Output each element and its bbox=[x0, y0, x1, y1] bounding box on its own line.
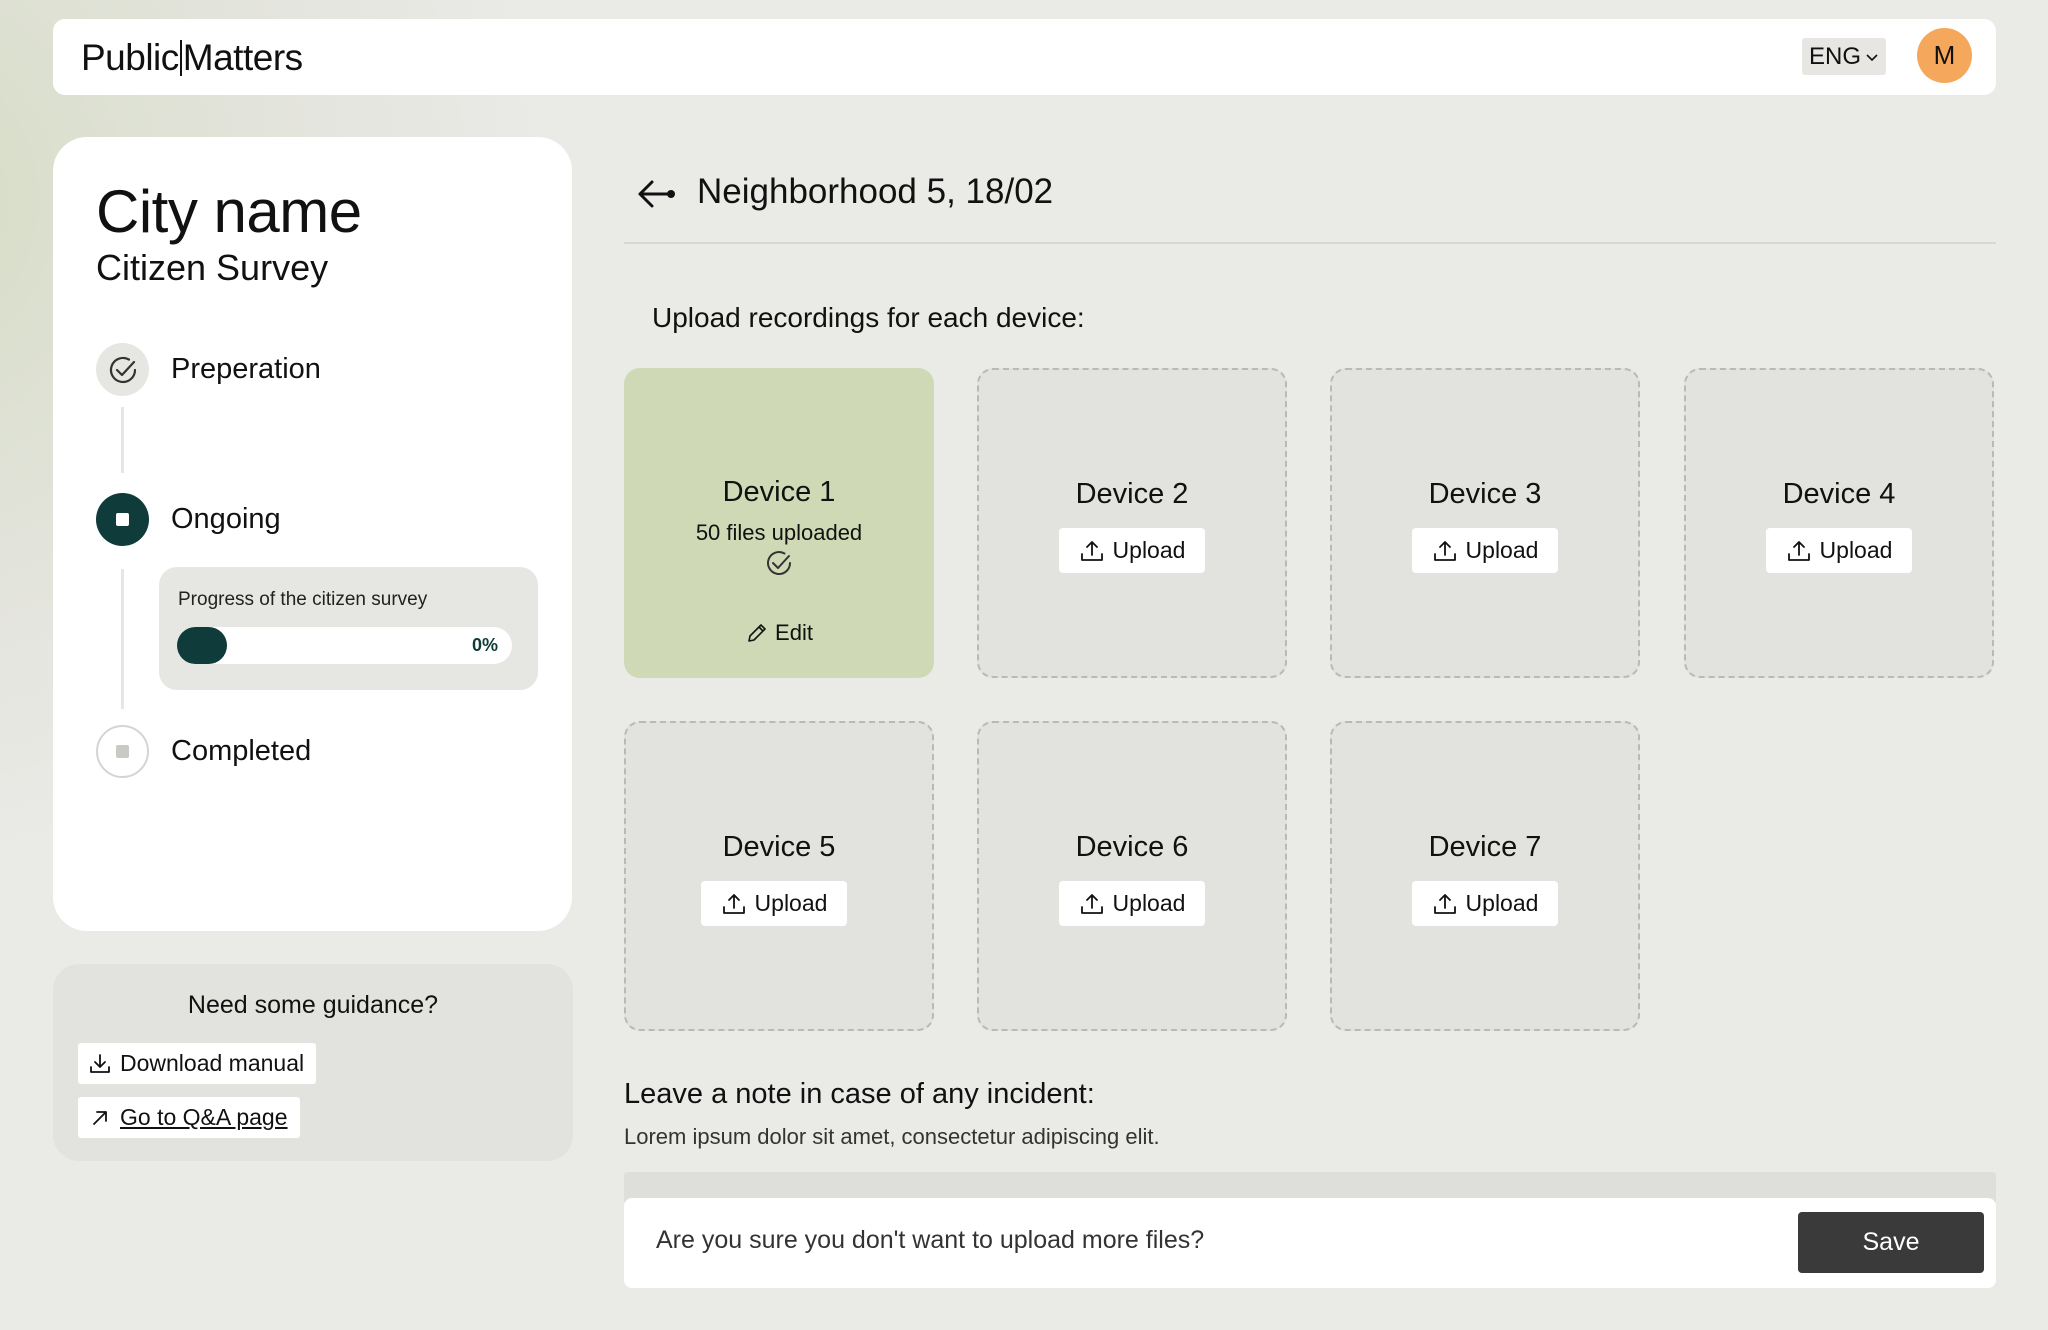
device-name: Device 3 bbox=[1428, 478, 1542, 510]
upload-icon bbox=[1433, 540, 1456, 561]
chevron-down-icon bbox=[1865, 50, 1879, 66]
upload-label: Upload bbox=[754, 890, 828, 916]
upload-button[interactable]: Upload bbox=[1766, 528, 1912, 573]
guidance-title: Need some guidance? bbox=[187, 991, 439, 1019]
step-label-completed: Completed bbox=[171, 735, 312, 767]
device-card-3[interactable]: Device 3 Upload bbox=[1330, 368, 1640, 678]
logo-divider bbox=[179, 40, 182, 76]
edit-button[interactable]: Edit bbox=[624, 620, 934, 646]
note-title: Leave a note in case of any incident: bbox=[624, 1078, 1095, 1110]
avatar-initial: M bbox=[1933, 40, 1956, 70]
files-uploaded-count: 50 files uploaded bbox=[695, 520, 863, 545]
download-icon bbox=[90, 1053, 110, 1073]
device-name: Device 2 bbox=[1075, 478, 1189, 510]
upload-label: Upload bbox=[1112, 890, 1186, 916]
step-done-check-icon bbox=[96, 343, 149, 396]
note-bar: Are you sure you don't want to upload mo… bbox=[624, 1198, 1996, 1288]
survey-name: Citizen Survey bbox=[96, 247, 329, 288]
divider bbox=[624, 242, 1996, 244]
device-card-4[interactable]: Device 4 Upload bbox=[1684, 368, 1994, 678]
save-button[interactable]: Save bbox=[1798, 1212, 1984, 1273]
language-label: ENG bbox=[1808, 42, 1861, 70]
download-manual-label: Download manual bbox=[120, 1050, 305, 1076]
qa-page-link[interactable]: Go to Q&A page bbox=[78, 1097, 300, 1138]
device-card-6[interactable]: Device 6 Upload bbox=[977, 721, 1287, 1031]
step-active-icon bbox=[96, 493, 149, 546]
step-todo-icon bbox=[96, 725, 149, 778]
upload-prompt: Upload recordings for each device: bbox=[652, 302, 1085, 333]
save-label: Save bbox=[1862, 1228, 1920, 1256]
back-arrow-icon[interactable] bbox=[636, 176, 678, 212]
note-description: Lorem ipsum dolor sit amet, consectetur … bbox=[624, 1124, 1160, 1149]
city-name: City name bbox=[96, 178, 362, 245]
upload-button[interactable]: Upload bbox=[1059, 881, 1205, 926]
upload-icon bbox=[1787, 540, 1810, 561]
upload-icon bbox=[1080, 540, 1103, 561]
device-card-5[interactable]: Device 5 Upload bbox=[624, 721, 934, 1031]
survey-progress-card: City name Citizen Survey Preperation Ong… bbox=[53, 137, 572, 931]
progress-title: Progress of the citizen survey bbox=[178, 589, 428, 610]
step-connector bbox=[121, 569, 124, 709]
pencil-icon bbox=[748, 624, 766, 642]
survey-progress-box: Progress of the citizen survey 0% bbox=[159, 567, 538, 690]
qa-page-label: Go to Q&A page bbox=[120, 1104, 288, 1130]
upload-button[interactable]: Upload bbox=[1412, 528, 1558, 573]
download-manual-button[interactable]: Download manual bbox=[78, 1043, 317, 1084]
logo-text-matters: Matters bbox=[182, 37, 303, 78]
device-name: Device 6 bbox=[1075, 831, 1189, 863]
top-header: Public Matters ENG M bbox=[53, 19, 1996, 95]
upload-icon bbox=[1433, 893, 1456, 914]
device-name: Device 1 bbox=[722, 476, 836, 508]
device-name: Device 4 bbox=[1782, 478, 1896, 510]
edit-label: Edit bbox=[775, 620, 813, 645]
upload-button[interactable]: Upload bbox=[701, 881, 847, 926]
step-label-preparation: Preperation bbox=[171, 353, 321, 385]
progress-bar-fill bbox=[177, 627, 227, 664]
upload-label: Upload bbox=[1112, 537, 1186, 563]
upload-icon bbox=[722, 893, 745, 914]
upload-label: Upload bbox=[1465, 890, 1539, 916]
external-link-arrow-icon bbox=[93, 1110, 107, 1125]
progress-bar: 0% bbox=[177, 627, 512, 664]
guidance-card: Need some guidance? Download manual Go t… bbox=[53, 964, 573, 1161]
progress-percent: 0% bbox=[471, 635, 498, 655]
device-card-1[interactable]: Device 1 50 files uploaded Edit bbox=[624, 368, 934, 678]
device-card-7[interactable]: Device 7 Upload bbox=[1330, 721, 1640, 1031]
device-card-2[interactable]: Device 2 Upload bbox=[977, 368, 1287, 678]
language-selector[interactable]: ENG bbox=[1802, 38, 1886, 75]
check-circle-icon bbox=[767, 551, 791, 575]
page-title: Neighborhood 5, 18/02 bbox=[697, 172, 1054, 211]
upload-label: Upload bbox=[1819, 537, 1893, 563]
logo[interactable]: Public Matters bbox=[81, 37, 303, 79]
upload-icon bbox=[1080, 893, 1103, 914]
step-connector bbox=[121, 407, 124, 473]
avatar[interactable]: M bbox=[1917, 28, 1972, 83]
logo-text-public: Public bbox=[81, 37, 179, 78]
upload-label: Upload bbox=[1465, 537, 1539, 563]
upload-button[interactable]: Upload bbox=[1059, 528, 1205, 573]
step-label-ongoing: Ongoing bbox=[171, 503, 281, 535]
upload-button[interactable]: Upload bbox=[1412, 881, 1558, 926]
device-name: Device 7 bbox=[1428, 831, 1542, 863]
device-name: Device 5 bbox=[722, 831, 836, 863]
note-input[interactable]: Are you sure you don't want to upload mo… bbox=[656, 1226, 1204, 1255]
